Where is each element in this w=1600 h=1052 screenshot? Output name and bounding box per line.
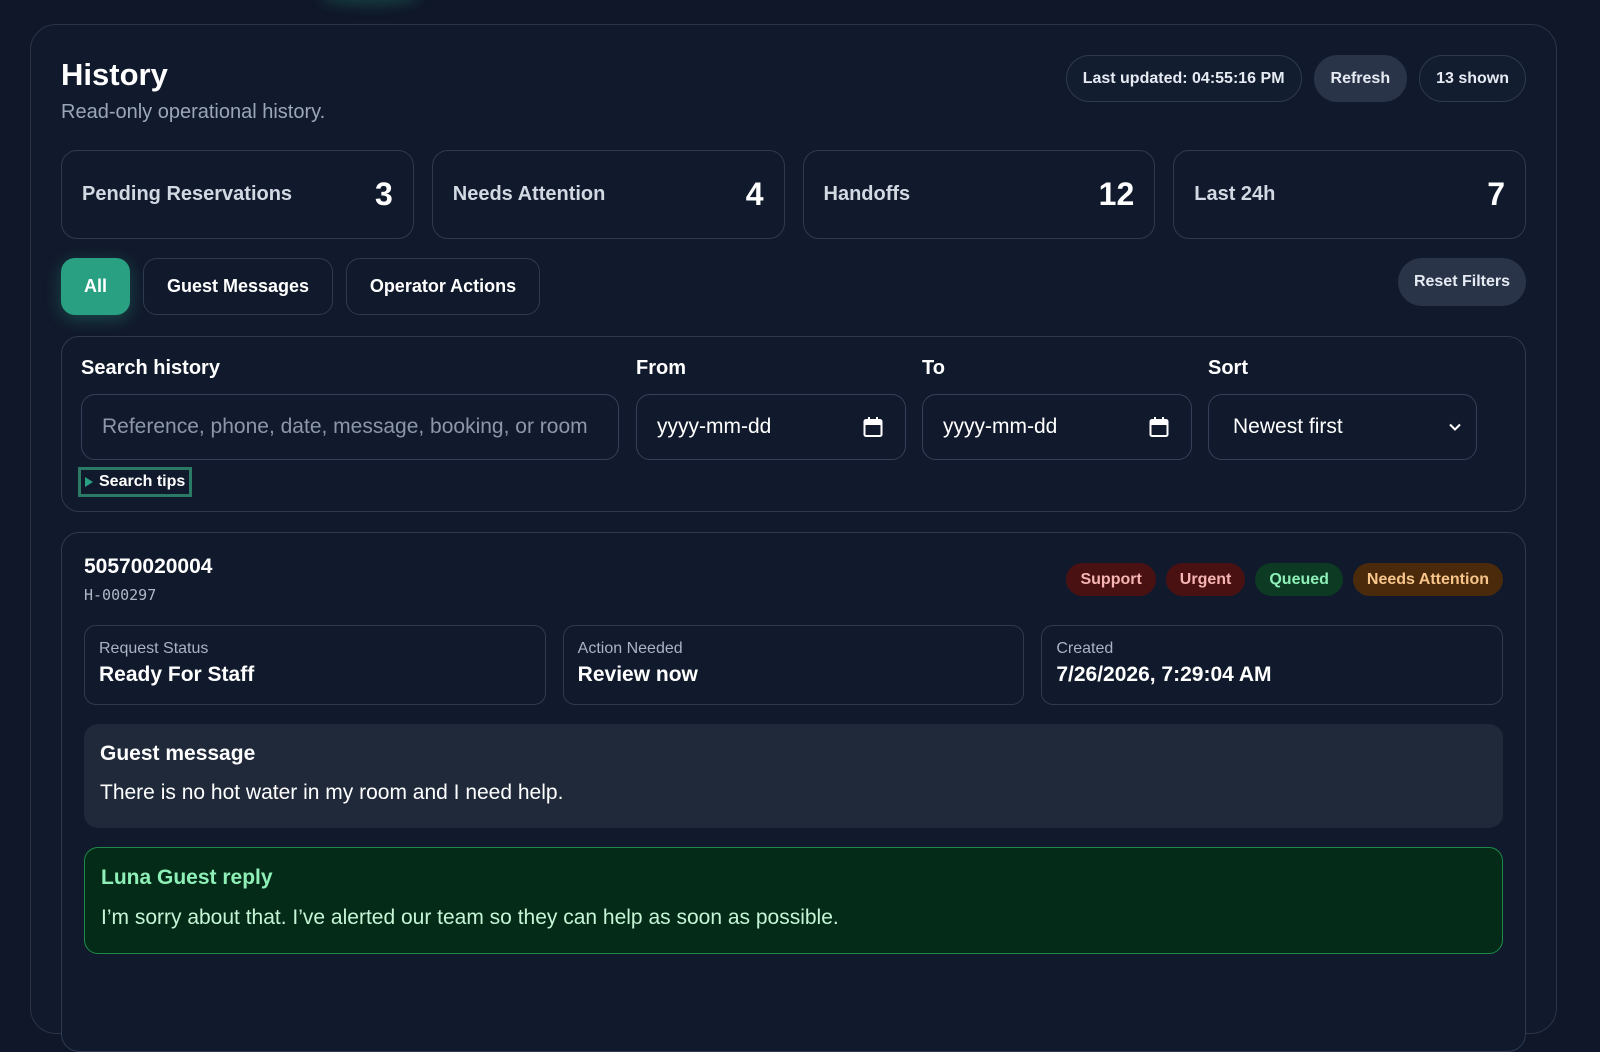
filter-bar: All Guest Messages Operator Actions Rese… (61, 258, 1526, 316)
top-glow (320, 0, 420, 6)
entry-reference: 50570020004 (84, 555, 213, 578)
entry-info-row: Request Status Ready For Staff Action Ne… (84, 625, 1504, 705)
search-tips-toggle[interactable]: Search tips (78, 467, 193, 497)
reply-title: Luna Guest reply (101, 866, 273, 889)
header-actions: Last updated: 04:55:16 PM Refresh 13 sho… (1065, 55, 1526, 102)
entry-handoff-id: H-000297 (84, 586, 157, 604)
search-tips-label: Search tips (99, 473, 186, 490)
info-label: Created (1056, 640, 1114, 657)
stat-card-needs-attention: Needs Attention 4 (431, 150, 785, 239)
badge-needs-attention: Needs Attention (1352, 563, 1503, 596)
search-input[interactable]: Reference, phone, date, message, booking… (81, 394, 619, 460)
from-date-input[interactable]: yyyy-mm-dd (636, 394, 906, 460)
entry-badges: Support Urgent Queued Needs Attention (1066, 563, 1503, 596)
badge-urgent: Urgent (1165, 563, 1246, 596)
to-date-value: yyyy-mm-dd (943, 415, 1058, 438)
history-panel: History Read-only operational history. L… (30, 24, 1557, 1052)
stat-label: Last 24h (1194, 183, 1276, 205)
guest-message-title: Guest message (100, 742, 256, 765)
info-label: Action Needed (577, 640, 683, 657)
chevron-down-icon (1449, 423, 1461, 431)
stat-value: 4 (745, 176, 764, 212)
stat-card-pending-reservations: Pending Reservations 3 (61, 150, 414, 239)
guest-message-box: Guest message There is no hot water in m… (84, 724, 1503, 828)
to-date-input[interactable]: yyyy-mm-dd (922, 394, 1192, 460)
info-action-needed: Action Needed Review now (562, 625, 1025, 705)
tab-guest-messages[interactable]: Guest Messages (143, 258, 333, 315)
stat-value: 3 (374, 176, 393, 212)
tab-operator-actions[interactable]: Operator Actions (346, 258, 540, 315)
from-label: From (636, 357, 686, 379)
calendar-icon[interactable] (1149, 416, 1169, 438)
reply-text: I’m sorry about that. I’ve alerted our t… (101, 906, 839, 929)
info-value: Ready For Staff (99, 663, 255, 686)
reply-box: Luna Guest reply I’m sorry about that. I… (84, 847, 1503, 954)
from-date-value: yyyy-mm-dd (657, 415, 772, 438)
stat-card-last-24h: Last 24h 7 (1173, 150, 1526, 239)
refresh-button[interactable]: Refresh (1313, 55, 1408, 102)
stat-value: 7 (1487, 176, 1505, 212)
to-label: To (922, 357, 945, 379)
badge-queued: Queued (1255, 563, 1343, 596)
page-subtitle: Read-only operational history. (61, 101, 326, 123)
search-placeholder: Reference, phone, date, message, booking… (102, 415, 588, 438)
history-entry-card: 50570020004 H-000297 Support Urgent Queu… (61, 532, 1526, 1052)
badge-support: Support (1066, 563, 1156, 596)
page-header: History Read-only operational history. L… (61, 55, 1526, 135)
stat-value: 12 (1098, 176, 1135, 212)
info-value: 7/26/2026, 7:29:04 AM (1056, 663, 1272, 686)
stat-card-handoffs: Handoffs 12 (802, 150, 1156, 239)
sort-value: Newest first (1233, 415, 1343, 438)
page-title: History (61, 57, 168, 92)
sort-label: Sort (1208, 357, 1248, 379)
info-request-status: Request Status Ready For Staff (84, 625, 546, 705)
stat-label: Handoffs (823, 183, 911, 205)
shown-count-badge: 13 shown (1419, 55, 1526, 102)
tab-all[interactable]: All (61, 258, 130, 315)
reset-filters-button[interactable]: Reset Filters (1397, 258, 1526, 306)
last-updated-badge: Last updated: 04:55:16 PM (1065, 55, 1302, 102)
sort-select[interactable]: Newest first (1208, 394, 1477, 460)
calendar-icon[interactable] (863, 416, 883, 438)
guest-message-text: There is no hot water in my room and I n… (100, 781, 564, 804)
search-label: Search history (81, 357, 220, 379)
info-created: Created 7/26/2026, 7:29:04 AM (1041, 625, 1504, 705)
info-value: Review now (577, 663, 698, 686)
stat-label: Needs Attention (452, 183, 606, 205)
search-filters: Search history Reference, phone, date, m… (61, 336, 1526, 512)
triangle-right-icon (85, 477, 93, 487)
info-label: Request Status (99, 640, 209, 657)
stat-label: Pending Reservations (82, 183, 293, 205)
stats-row: Pending Reservations 3 Needs Attention 4… (61, 150, 1526, 239)
